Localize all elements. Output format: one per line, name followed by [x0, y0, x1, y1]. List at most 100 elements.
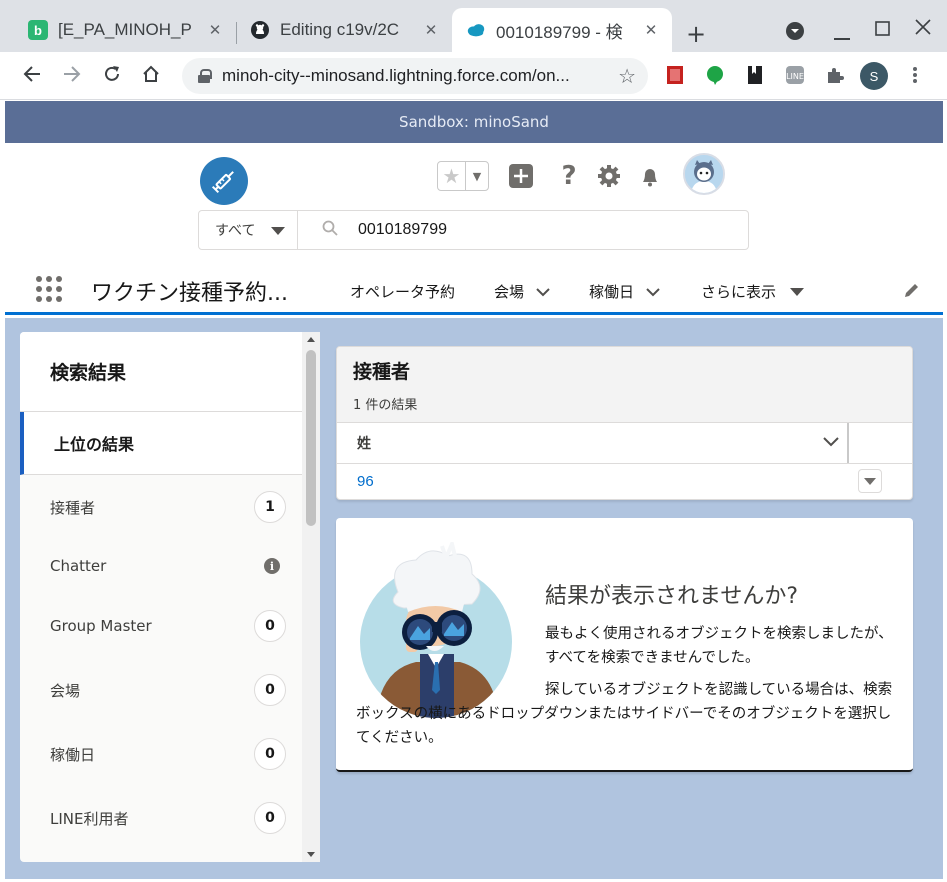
- tab-search-icon[interactable]: [786, 22, 804, 45]
- row-actions-dropdown[interactable]: [858, 469, 882, 493]
- github-icon: [250, 20, 270, 40]
- browser-tab-2[interactable]: Editing c19v/2C ✕: [236, 8, 452, 52]
- scrollbar-thumb[interactable]: [306, 350, 316, 526]
- app-name: ワクチン接種予約...: [91, 281, 288, 306]
- empty-state-paragraph-2: 探しているオブジェクトを認識している場合は、検索ボックスの横にあるドロップダウン…: [356, 682, 893, 746]
- extensions-puzzle-icon[interactable]: [824, 64, 846, 86]
- count-badge: 0: [254, 802, 286, 834]
- scroll-up-arrow-icon[interactable]: [307, 337, 315, 342]
- table-header: 姓: [337, 423, 912, 464]
- count-badge: 0: [254, 674, 286, 706]
- browser-toolbar: minoh-city--minosand.lightning.force.com…: [0, 52, 947, 100]
- back-arrow-icon[interactable]: [22, 64, 42, 89]
- notifications-bell-icon[interactable]: [637, 163, 663, 189]
- chevron-down-icon: [271, 227, 285, 235]
- browser-tab-1[interactable]: b [E_PA_MINOH_P ✕: [14, 8, 236, 52]
- record-link[interactable]: 96: [357, 473, 374, 490]
- column-header-last-name[interactable]: 姓: [337, 423, 849, 463]
- syringe-logo-icon[interactable]: [200, 157, 248, 205]
- caret-down-icon: [790, 287, 805, 296]
- user-avatar[interactable]: [683, 153, 725, 195]
- profile-avatar[interactable]: S: [860, 62, 888, 90]
- results-card-header: 接種者 1 件の結果: [337, 347, 912, 423]
- nav-item-operator-booking[interactable]: オペレータ予約: [350, 281, 455, 302]
- close-icon[interactable]: ✕: [420, 21, 442, 39]
- sidebar-item-label: LINE利用者: [50, 809, 129, 828]
- browser-tab-3-active[interactable]: 0010189799 - 検 ✕: [452, 8, 672, 52]
- lock-icon: [198, 69, 212, 83]
- nav-item-label: 会場: [494, 283, 525, 301]
- hangouts-extension-icon[interactable]: [704, 64, 726, 86]
- edit-nav-pencil-icon[interactable]: [903, 281, 921, 303]
- url-text: minoh-city--minosand.lightning.force.com…: [222, 66, 570, 85]
- sidebar-item-label: 会場: [50, 681, 81, 700]
- close-icon[interactable]: ✕: [640, 21, 662, 39]
- nav-item-label: さらに表示: [701, 283, 777, 301]
- close-window-icon[interactable]: [915, 19, 931, 40]
- nav-item-more[interactable]: さらに表示: [701, 281, 805, 302]
- close-icon[interactable]: ✕: [204, 21, 226, 39]
- count-badge: 0: [254, 738, 286, 770]
- salesforce-cloud-icon: [466, 20, 486, 40]
- sidebar-item-working-day[interactable]: 稼働日 0: [20, 734, 302, 774]
- chevron-down-icon[interactable]: [823, 435, 839, 451]
- search-scope-label: すべて: [215, 223, 256, 239]
- info-icon[interactable]: i: [264, 558, 280, 574]
- results-title[interactable]: 接種者: [353, 357, 896, 384]
- forward-arrow-icon[interactable]: [62, 64, 82, 89]
- favorite-star-icon[interactable]: ★: [438, 162, 466, 190]
- chrome-menu-icon[interactable]: [904, 64, 926, 86]
- home-icon[interactable]: [141, 64, 161, 89]
- sidebar-item-label: Chatter: [50, 557, 107, 575]
- table-row: 96: [337, 464, 912, 498]
- sidebar-item-chatter[interactable]: Chatter i: [20, 546, 302, 586]
- app-launcher-waffle-icon[interactable]: [36, 276, 64, 304]
- bookmark-star-icon[interactable]: ☆: [618, 64, 636, 88]
- bookmark-extension-icon[interactable]: [744, 64, 766, 86]
- svg-text:LINE: LINE: [786, 72, 804, 81]
- search-icon: [322, 220, 338, 240]
- sidebar-scrollbar[interactable]: [302, 332, 320, 862]
- nav-item-label: オペレータ予約: [350, 283, 456, 301]
- nav-item-venue[interactable]: 会場: [494, 281, 550, 302]
- search-results-sidebar: 検索結果 上位の結果 接種者 1 Chatter i Group Master …: [20, 332, 320, 862]
- sidebar-item-venue[interactable]: 会場 0: [20, 670, 302, 710]
- sidebar-item-recipient[interactable]: 接種者 1: [20, 487, 302, 527]
- sidebar-item-line-user[interactable]: LINE利用者 0: [20, 798, 302, 838]
- global-actions-plus-icon[interactable]: [508, 163, 534, 189]
- minimize-icon[interactable]: [834, 24, 850, 45]
- app-nav-bar: ワクチン接種予約... オペレータ予約 会場 稼働日 さらに表示: [5, 267, 943, 315]
- global-search-input[interactable]: 0010189799: [297, 210, 749, 250]
- count-badge: 1: [254, 491, 286, 523]
- sidebar-item-label: Group Master: [50, 617, 152, 635]
- count-badge: 0: [254, 610, 286, 642]
- tab-title: Editing c19v/2C: [280, 20, 400, 39]
- caret-down-icon: [864, 477, 876, 485]
- sidebar-item-group-master[interactable]: Group Master 0: [20, 606, 302, 646]
- line-extension-icon[interactable]: LINE: [784, 64, 806, 86]
- address-bar[interactable]: minoh-city--minosand.lightning.force.com…: [182, 58, 648, 94]
- favorites-dropdown-icon[interactable]: ▼: [466, 162, 488, 190]
- maximize-icon[interactable]: [875, 20, 890, 41]
- chevron-down-icon[interactable]: [646, 283, 660, 301]
- column-header-label: 姓: [357, 436, 371, 452]
- global-header: ★ ▼ ? すべて 0010189799: [5, 143, 943, 267]
- scroll-down-arrow-icon[interactable]: [307, 852, 315, 857]
- chevron-down-icon[interactable]: [536, 283, 550, 301]
- b-app-icon: b: [28, 20, 48, 40]
- help-question-icon[interactable]: ?: [556, 161, 582, 191]
- sidebar-item-top-results[interactable]: 上位の結果: [20, 412, 302, 475]
- empty-state-card: 結果が表示されませんか? 最もよく使用されるオブジェクトを検索しましたが、すべて…: [336, 518, 913, 772]
- browser-tab-strip: b [E_PA_MINOH_P ✕ Editing c19v/2C ✕ 0010…: [0, 0, 947, 52]
- search-query-text: 0010189799: [358, 221, 447, 238]
- nav-item-working-day[interactable]: 稼働日: [589, 281, 660, 302]
- results-card: 接種者 1 件の結果 姓 96: [336, 346, 913, 500]
- sandbox-banner: Sandbox: minoSand: [5, 101, 943, 143]
- setup-gear-icon[interactable]: [596, 163, 622, 189]
- new-tab-button[interactable]: +: [686, 20, 706, 48]
- sidebar-title: 検索結果: [20, 332, 302, 412]
- reload-icon[interactable]: [102, 64, 122, 89]
- pdf-extension-icon[interactable]: [664, 64, 686, 86]
- search-scope-dropdown[interactable]: すべて: [198, 210, 298, 250]
- results-count: 1 件の結果: [353, 398, 418, 413]
